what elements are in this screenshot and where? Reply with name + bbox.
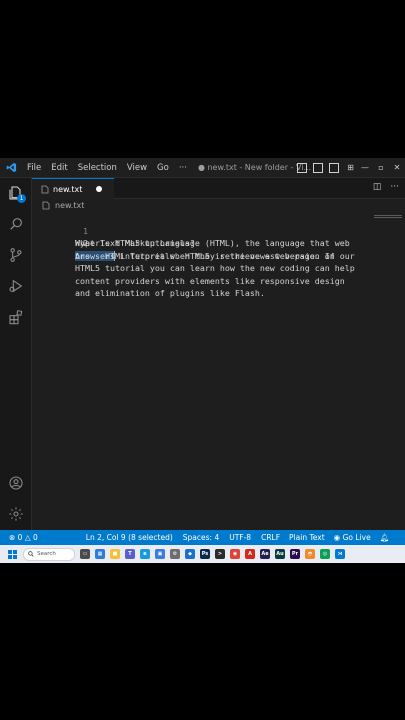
photos-icon[interactable]: ◆ bbox=[185, 549, 195, 559]
more-actions-icon[interactable]: ··· bbox=[390, 182, 399, 192]
terminal-icon[interactable]: > bbox=[215, 549, 225, 559]
task-view-icon[interactable]: ▭ bbox=[80, 549, 90, 559]
breadcrumb[interactable]: new.txt bbox=[42, 201, 84, 210]
menu-go[interactable]: Go bbox=[152, 163, 174, 173]
tab-label: new.txt bbox=[53, 184, 83, 194]
notifications-icon[interactable]: 🔔︎ bbox=[380, 533, 390, 542]
file-explorer-icon[interactable]: ■ bbox=[110, 549, 120, 559]
line-ending[interactable]: CRLF bbox=[261, 533, 280, 542]
unsaved-dot-icon[interactable] bbox=[96, 186, 102, 192]
window-controls: ⊞ — ▫ ✕ bbox=[294, 158, 405, 177]
minimize-icon[interactable]: — bbox=[357, 163, 373, 172]
edge-icon[interactable]: e bbox=[140, 549, 150, 559]
windows-start-icon[interactable] bbox=[8, 549, 17, 559]
account-icon[interactable] bbox=[6, 473, 25, 492]
title-bar: File Edit Selection View Go ··· ● new.tx… bbox=[0, 158, 405, 178]
close-icon[interactable]: ✕ bbox=[389, 163, 405, 172]
explorer-badge: 1 bbox=[17, 194, 26, 203]
vscode-logo-icon bbox=[0, 158, 22, 177]
search-icon bbox=[28, 551, 34, 557]
editor-actions: ◫ ··· bbox=[364, 182, 399, 192]
tab-bar: new.txt ◫ ··· bbox=[32, 178, 405, 199]
audition-icon[interactable]: Au bbox=[275, 549, 285, 559]
split-editor-icon[interactable]: ◫ bbox=[373, 182, 382, 192]
search-icon[interactable] bbox=[6, 214, 25, 233]
acrobat-icon[interactable]: A bbox=[245, 549, 255, 559]
warning-count: 0 bbox=[33, 533, 38, 542]
store-icon[interactable]: ▣ bbox=[155, 549, 165, 559]
text-file-icon bbox=[42, 201, 50, 210]
toggle-panel-icon[interactable] bbox=[313, 162, 323, 173]
photos-app-icon[interactable]: ◓ bbox=[305, 549, 315, 559]
windows-taskbar: Search ▭ ▦ ■ Te ▣ ⚙ ◆ Ps > ◉ A Ae Au Pr ◓ ◎ ⋊ bbox=[0, 545, 405, 563]
encoding[interactable]: UTF-8 bbox=[229, 533, 251, 542]
chrome-icon[interactable]: ◉ bbox=[230, 549, 240, 559]
language-mode[interactable]: Plain Text bbox=[289, 533, 325, 542]
tab-new-txt[interactable]: new.txt bbox=[32, 178, 114, 199]
run-debug-icon[interactable] bbox=[6, 276, 25, 295]
code-line: 2 Ans - HTML Tutorials. HTML5 is the new… bbox=[32, 225, 372, 261]
vscode-window: File Edit Selection View Go ··· ● new.tx… bbox=[0, 158, 405, 563]
wrapped-text: HyperText Markup Language (HTML), the la… bbox=[75, 238, 350, 248]
activity-bar: 1 bbox=[0, 178, 32, 530]
wrapped-text: and elimination of plugins like Flash. bbox=[75, 288, 265, 298]
taskbar-search[interactable]: Search bbox=[23, 547, 75, 561]
toggle-secondary-sidebar-icon[interactable] bbox=[329, 162, 339, 173]
customize-layout-icon[interactable]: ⊞ bbox=[344, 163, 357, 173]
editor-area[interactable]: 1 What is HTML5 tutorials? 2 Ans - HTML … bbox=[32, 212, 405, 530]
error-count: 0 bbox=[17, 533, 23, 542]
maximize-icon[interactable]: ▫ bbox=[373, 163, 389, 172]
widgets-icon[interactable]: ▦ bbox=[95, 549, 105, 559]
minimap[interactable] bbox=[374, 215, 402, 219]
text-file-icon bbox=[41, 185, 49, 193]
explorer-icon[interactable]: 1 bbox=[6, 183, 26, 203]
status-bar: ⊗ 0 △ 0 Ln 2, Col 9 (8 selected) Spaces:… bbox=[0, 530, 405, 545]
menu-view[interactable]: View bbox=[122, 163, 152, 173]
photoshop-icon[interactable]: Ps bbox=[200, 549, 210, 559]
menu-edit[interactable]: Edit bbox=[46, 163, 72, 173]
go-live-label: Go Live bbox=[342, 533, 371, 542]
search-label: Search bbox=[37, 551, 56, 557]
more-menu-icon[interactable]: ··· bbox=[174, 163, 192, 173]
indentation[interactable]: Spaces: 4 bbox=[183, 533, 219, 542]
vscode-icon[interactable]: ⋊ bbox=[335, 549, 345, 559]
menu-selection[interactable]: Selection bbox=[73, 163, 122, 173]
problems-indicator[interactable]: ⊗ 0 △ 0 bbox=[9, 533, 38, 542]
settings-gear-icon[interactable] bbox=[6, 504, 25, 523]
source-control-icon[interactable] bbox=[6, 245, 25, 264]
after-effects-icon[interactable]: Ae bbox=[260, 549, 270, 559]
taskbar-apps: ▭ ▦ ■ Te ▣ ⚙ ◆ Ps > ◉ A Ae Au Pr ◓ ◎ ⋊ bbox=[75, 549, 345, 559]
settings-icon[interactable]: ⚙ bbox=[170, 549, 180, 559]
wrapped-text: browsers interpret when they retrieve a … bbox=[75, 250, 355, 261]
wrapped-text: content providers with elements like res… bbox=[75, 275, 345, 286]
menu-file[interactable]: File bbox=[22, 163, 46, 173]
breadcrumb-file: new.txt bbox=[55, 201, 85, 210]
premiere-icon[interactable]: Pr bbox=[290, 549, 300, 559]
cursor-position[interactable]: Ln 2, Col 9 (8 selected) bbox=[86, 533, 173, 542]
wrapped-text: HTML5 tutorial you can learn how the new… bbox=[75, 263, 355, 273]
teams-icon[interactable]: T bbox=[125, 549, 135, 559]
chrome-2-icon[interactable]: ◎ bbox=[320, 549, 330, 559]
extensions-icon[interactable] bbox=[6, 307, 25, 326]
toggle-sidebar-icon[interactable] bbox=[297, 162, 307, 173]
code-line: 1 What is HTML5 tutorials? bbox=[32, 212, 372, 249]
go-live-button[interactable]: ◉ Go Live bbox=[334, 533, 371, 542]
